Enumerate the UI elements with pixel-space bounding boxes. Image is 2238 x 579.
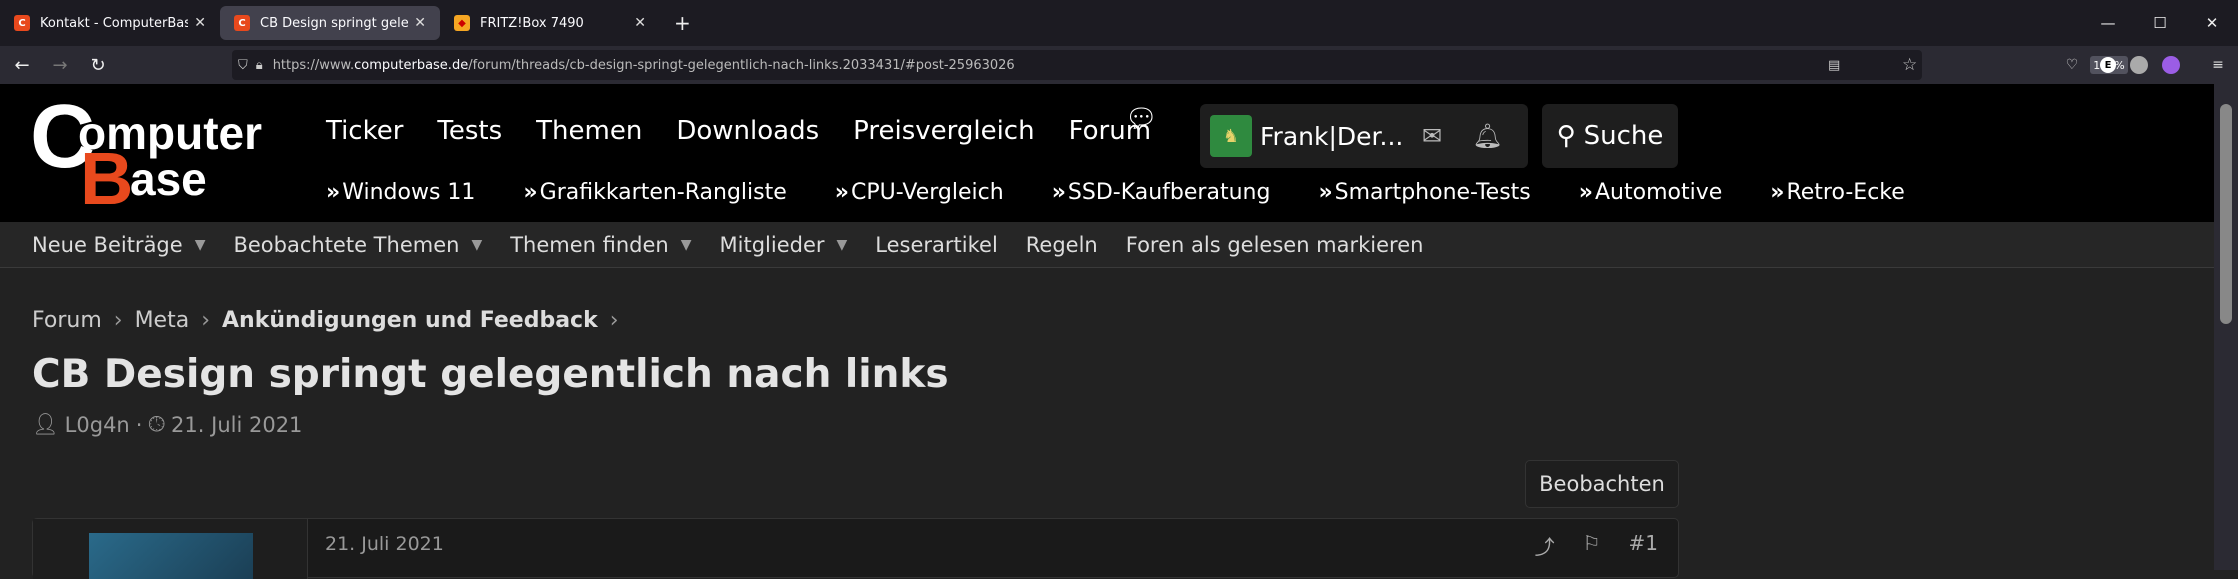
user-icon: 👤︎ — [32, 412, 59, 436]
forum-navigation: Neue Beiträge ▼ Beobachtete Themen ▼ Theme… — [0, 222, 2214, 268]
breadcrumb-ankuendigungen[interactable]: Ankündigungen und Feedback — [222, 308, 598, 333]
bell-icon[interactable]: 🔔︎ — [1472, 122, 1502, 150]
back-button[interactable]: ← — [6, 49, 38, 81]
close-icon[interactable]: ✕ — [634, 15, 646, 31]
tab-strip: C Kontakt - ComputerBase ✕ C CB Design s… — [0, 0, 2238, 46]
chevron-down-icon: ▼ — [194, 236, 206, 253]
reader-view-icon[interactable]: ▤ — [1828, 58, 1840, 73]
site-header: C omputer B ase Ticker Tests Themen Down… — [0, 84, 2214, 222]
post-actions: ⤴ ⚐ #1 — [1507, 531, 1658, 560]
tab-title: FRITZ!Box 7490 — [480, 15, 584, 31]
forumnav-mark-read[interactable]: Foren als gelesen markieren — [1126, 233, 1424, 257]
subnav-item[interactable]: »Windows 11 — [326, 180, 499, 205]
post: 21. Juli 2021 ⤴ ⚐ #1 — [32, 518, 1679, 579]
tab-title: CB Design springt gelegentlich — [260, 15, 409, 31]
close-icon[interactable]: ✕ — [194, 15, 206, 31]
extension-avatar-icon[interactable] — [2130, 56, 2148, 74]
breadcrumb: Forum › Meta › Ankündigungen und Feedbac… — [32, 308, 631, 333]
chevron-down-icon: ▼ — [680, 236, 692, 253]
subnav-item[interactable]: »CPU-Vergleich — [835, 180, 1028, 205]
subnav-item[interactable]: »Smartphone-Tests — [1318, 180, 1554, 205]
navigation-toolbar: ← → ↻ ⛉ 🔒︎ https://www. computerbase.de/f… — [0, 46, 2238, 84]
extension-purple-icon[interactable] — [2162, 56, 2180, 74]
chevron-right-icon: › — [113, 308, 123, 333]
nav-ticker[interactable]: Ticker — [326, 116, 403, 146]
main-navigation: Ticker Tests Themen Downloads Preisvergl… — [326, 116, 1185, 146]
subnav-item[interactable]: »SSD-Kaufberatung — [1052, 180, 1295, 205]
menu-icon[interactable]: ≡ — [2204, 51, 2232, 79]
url-bar[interactable]: ⛉ 🔒︎ https://www. computerbase.de/forum/t… — [232, 50, 2128, 80]
url-path: /forum/threads/cb-design-springt-gelegen… — [468, 57, 1015, 73]
tab-kontakt[interactable]: C Kontakt - ComputerBase ✕ — [0, 0, 220, 46]
forumnav-beobachtete-themen[interactable]: Beobachtete Themen ▼ — [233, 233, 482, 257]
computerbase-logo[interactable]: C omputer B ase — [30, 92, 290, 216]
avatar[interactable]: ♞ — [1210, 115, 1252, 157]
search-label: Suche — [1583, 121, 1664, 151]
forumnav-regeln[interactable]: Regeln — [1026, 233, 1098, 257]
nav-tests[interactable]: Tests — [437, 116, 502, 146]
computerbase-icon: C — [234, 15, 250, 31]
clock-icon: 🕓︎ — [148, 412, 166, 436]
new-tab-button[interactable]: + — [674, 11, 691, 35]
username[interactable]: Frank|Der... — [1260, 122, 1402, 151]
forumnav-neue-beitraege[interactable]: Neue Beiträge ▼ — [32, 233, 205, 257]
search-icon: ⚲ — [1556, 121, 1576, 151]
post-author-panel — [33, 519, 308, 579]
nav-downloads[interactable]: Downloads — [676, 116, 819, 146]
chevron-down-icon: ▼ — [471, 236, 483, 253]
subnav-item[interactable]: »Grafikkarten-Rangliste — [523, 180, 810, 205]
nav-preisvergleich[interactable]: Preisvergleich — [853, 116, 1034, 146]
bookmark-icon[interactable]: ⚐ — [1583, 531, 1601, 560]
topic-subnav: »Windows 11 »Grafikkarten-Rangliste »CPU… — [326, 180, 1953, 205]
scrollbar-thumb[interactable] — [2220, 104, 2232, 324]
lock-icon[interactable]: 🔒︎ — [256, 58, 263, 73]
shield-icon[interactable]: ⛉ — [238, 58, 248, 73]
chevron-right-icon: › — [609, 308, 619, 333]
tab-cb-design[interactable]: C CB Design springt gelegentlich ✕ — [220, 6, 440, 40]
scrollbar[interactable] — [2214, 84, 2238, 570]
forumnav-mitglieder[interactable]: Mitglieder ▼ — [720, 233, 848, 257]
forum-chat-icon[interactable]: 💬︎ — [1125, 104, 1158, 134]
breadcrumb-meta[interactable]: Meta — [135, 308, 190, 333]
thread-date[interactable]: 21. Juli 2021 — [171, 413, 302, 437]
share-icon[interactable]: ⤴ — [1535, 531, 1555, 560]
chevron-down-icon: ▼ — [836, 236, 848, 253]
fritzbox-icon: ◆ — [454, 15, 470, 31]
subnav-item[interactable]: »Automotive — [1579, 180, 1746, 205]
post-number[interactable]: #1 — [1629, 531, 1658, 560]
page-content: C omputer B ase Ticker Tests Themen Down… — [0, 84, 2214, 579]
mail-icon[interactable]: ✉ — [1422, 122, 1442, 150]
page-title: CB Design springt gelegentlich nach link… — [32, 352, 949, 397]
forumnav-leserartikel[interactable]: Leserartikel — [875, 233, 997, 257]
maximize-button[interactable]: ☐ — [2134, 0, 2186, 46]
breadcrumb-forum[interactable]: Forum — [32, 308, 102, 333]
search-button[interactable]: ⚲ Suche — [1542, 104, 1678, 168]
extension-e-icon[interactable]: E — [2100, 57, 2116, 73]
thread-author[interactable]: L0g4n — [65, 413, 130, 437]
close-window-button[interactable]: ✕ — [2186, 0, 2238, 46]
url-host: computerbase.de — [354, 57, 469, 73]
post-date[interactable]: 21. Juli 2021 — [325, 533, 444, 555]
forumnav-themen-finden[interactable]: Themen finden ▼ — [510, 233, 691, 257]
forward-button[interactable]: → — [44, 49, 76, 81]
minimize-button[interactable]: — — [2082, 0, 2134, 46]
chevron-right-icon: › — [201, 308, 210, 333]
reload-button[interactable]: ↻ — [82, 49, 114, 81]
thread-meta: 👤︎ L0g4n · 🕓︎ 21. Juli 2021 — [32, 412, 303, 437]
close-icon[interactable]: ✕ — [414, 15, 426, 31]
avatar[interactable] — [89, 533, 253, 579]
user-menu[interactable]: ♞ Frank|Der... ✉ 🔔︎ — [1200, 104, 1528, 168]
pocket-icon[interactable]: ♡ — [2058, 51, 2086, 79]
computerbase-icon: C — [14, 15, 30, 31]
tab-fritzbox[interactable]: ◆ FRITZ!Box 7490 ✕ — [440, 0, 660, 46]
bookmark-star-icon[interactable]: ☆ — [1902, 55, 1917, 75]
watch-button[interactable]: Beobachten — [1525, 460, 1679, 508]
url-prefix: https://www. — [272, 57, 355, 73]
nav-themen[interactable]: Themen — [536, 116, 642, 146]
tab-title: Kontakt - ComputerBase — [40, 15, 189, 31]
subnav-item[interactable]: »Retro-Ecke — [1770, 180, 1929, 205]
